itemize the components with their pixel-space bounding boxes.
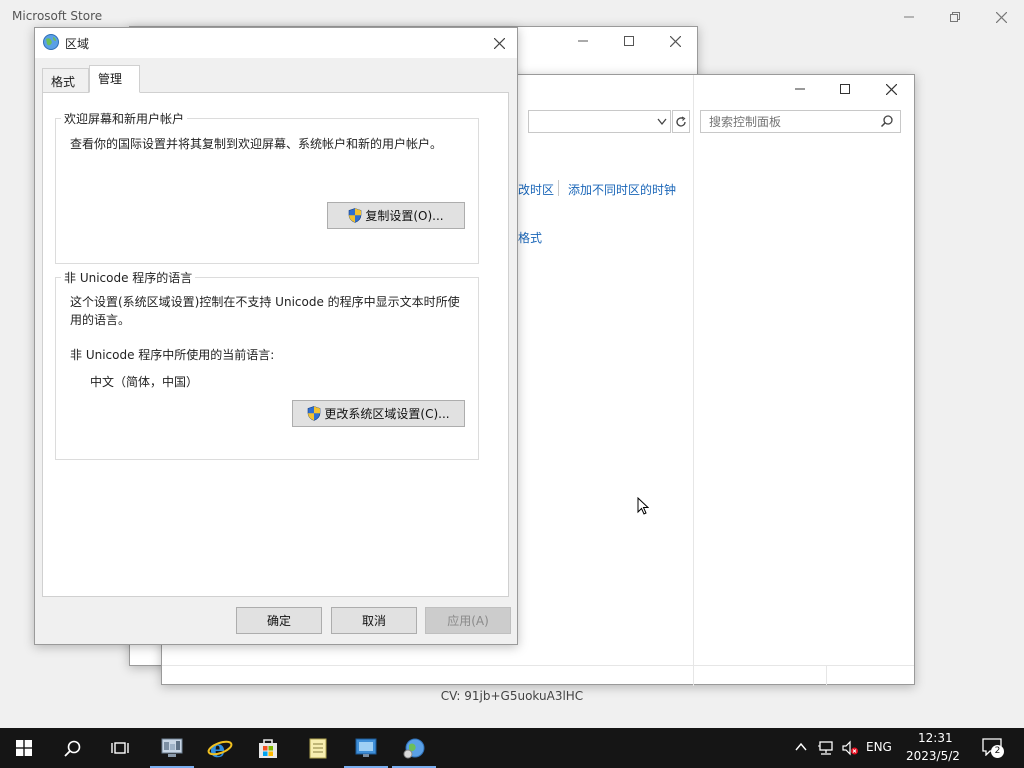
task-view-icon: [111, 742, 129, 754]
minimize-icon: [904, 16, 914, 18]
current-language-value: 中文（简体，中国）: [90, 375, 199, 389]
clock-date[interactable]: 2023/5/2: [906, 749, 960, 763]
bg-maximize-button[interactable]: [606, 26, 652, 56]
refresh-button[interactable]: [672, 110, 690, 133]
tab-formats[interactable]: 格式: [42, 68, 89, 92]
internet-explorer-icon: e: [207, 736, 233, 760]
store-window-title: Microsoft Store: [12, 9, 103, 23]
dialog-close-button[interactable]: [481, 28, 517, 58]
unicode-description-line2: 用的语言。: [70, 313, 131, 327]
search-box[interactable]: [700, 110, 901, 133]
tab-administrative[interactable]: 管理: [89, 65, 140, 93]
taskbar-internet-explorer[interactable]: e: [196, 728, 244, 768]
search-input[interactable]: [701, 111, 871, 132]
clock-time[interactable]: 12:31: [918, 731, 953, 745]
show-hidden-icons-icon[interactable]: [795, 742, 807, 752]
shield-icon: [308, 406, 321, 421]
network-icon[interactable]: [817, 740, 835, 756]
taskbar-notepad[interactable]: [294, 728, 342, 768]
control-panel-app-icon: [161, 738, 183, 757]
cv-watermark: CV: 91jb+G5uokuA3lHC: [440, 689, 584, 703]
remote-app-icon: [355, 738, 377, 757]
link-divider: [558, 180, 559, 196]
cancel-button[interactable]: 取消: [331, 607, 417, 634]
notification-badge: 2: [991, 745, 1004, 758]
dialog-titlebar: 区域: [35, 28, 517, 58]
link-change-timezone[interactable]: 改时区: [518, 181, 554, 198]
store-minimize-button[interactable]: [886, 4, 932, 30]
taskbar-search-button[interactable]: [48, 728, 96, 768]
bg-close-button[interactable]: [652, 26, 698, 56]
copy-settings-button[interactable]: 复制设置(O)...: [327, 202, 465, 229]
taskbar-store[interactable]: [244, 728, 292, 768]
svg-text:e: e: [210, 736, 225, 760]
start-icon: [16, 740, 32, 756]
store-close-button[interactable]: [978, 4, 1024, 30]
notepad-icon: [309, 738, 327, 759]
start-button[interactable]: [0, 728, 48, 768]
volume-muted-icon[interactable]: [841, 740, 859, 756]
region-app-icon: [403, 738, 425, 759]
search-icon: [880, 115, 893, 128]
unicode-group-legend: 非 Unicode 程序的语言: [61, 269, 196, 286]
taskbar: e ENG 12:31 2023/5/2 2: [0, 728, 1024, 768]
store-icon: [259, 739, 277, 758]
action-center-button[interactable]: 2: [980, 736, 1006, 760]
cp-close-button[interactable]: [868, 74, 914, 104]
change-system-locale-button[interactable]: 更改系统区域设置(C)...: [292, 400, 465, 427]
bg-minimize-button[interactable]: [560, 26, 606, 56]
region-globe-icon: [43, 34, 59, 50]
maximize-icon: [624, 36, 634, 46]
taskbar-remote-app[interactable]: [342, 728, 390, 768]
mouse-cursor-icon: [637, 497, 649, 515]
shield-icon: [349, 208, 362, 223]
taskbar-region[interactable]: [390, 728, 438, 768]
search-icon: [63, 740, 80, 757]
close-icon: [493, 37, 505, 49]
address-bar[interactable]: [528, 110, 671, 133]
restore-icon: [950, 12, 960, 22]
cp-minimize-button[interactable]: [777, 74, 823, 104]
link-change-format[interactable]: 格式: [518, 229, 542, 246]
close-icon: [885, 83, 897, 95]
close-icon: [995, 11, 1007, 23]
maximize-icon: [840, 84, 850, 94]
administrative-panel: 欢迎屏幕和新用户帐户 查看你的国际设置并将其复制到欢迎屏幕、系统帐户和新的用户帐…: [42, 92, 509, 597]
link-add-clocks[interactable]: 添加不同时区的时钟: [568, 181, 676, 198]
current-language-label: 非 Unicode 程序中所使用的当前语言:: [70, 348, 275, 362]
copy-settings-label: 复制设置(O)...: [365, 209, 444, 223]
welcome-group-description: 查看你的国际设置并将其复制到欢迎屏幕、系统帐户和新的用户帐户。: [70, 137, 443, 151]
welcome-group-legend: 欢迎屏幕和新用户帐户: [61, 110, 188, 127]
refresh-icon: [676, 115, 686, 127]
dialog-title: 区域: [65, 37, 90, 51]
store-restore-button[interactable]: [932, 4, 978, 30]
language-indicator[interactable]: ENG: [866, 740, 892, 754]
close-icon: [669, 35, 681, 47]
chevron-down-icon: [657, 118, 667, 126]
apply-button[interactable]: 应用(A): [425, 607, 511, 634]
minimize-icon: [578, 40, 588, 42]
ok-button[interactable]: 确定: [236, 607, 322, 634]
minimize-icon: [795, 88, 805, 90]
taskbar-control-panel[interactable]: [148, 728, 196, 768]
task-view-button[interactable]: [96, 728, 144, 768]
change-system-locale-label: 更改系统区域设置(C)...: [324, 407, 450, 421]
unicode-description-line1: 这个设置(系统区域设置)控制在不支持 Unicode 的程序中显示文本时所使: [70, 295, 460, 309]
cp-maximize-button[interactable]: [822, 74, 868, 104]
